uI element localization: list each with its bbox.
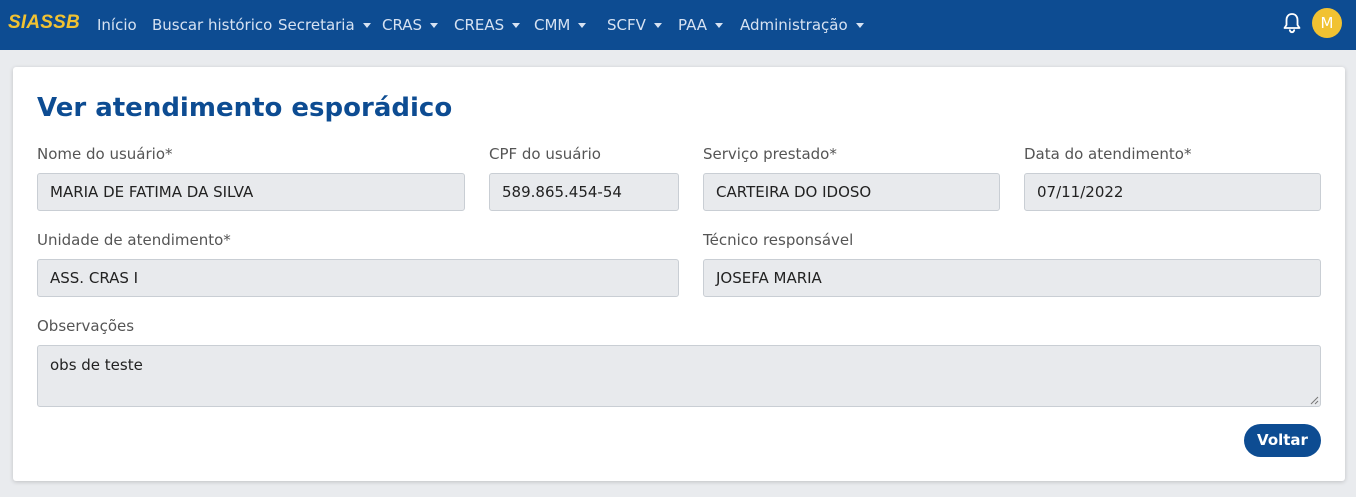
caret-down-icon [653, 22, 662, 28]
bell-icon[interactable] [1282, 12, 1302, 34]
user-avatar[interactable]: M [1312, 8, 1342, 38]
nav-item-buscar-historico[interactable]: Buscar histórico [152, 0, 272, 50]
nav-item-scfv[interactable]: SCFV [607, 0, 662, 50]
nav-item-label: CRAS [382, 16, 423, 34]
nav-item-creas[interactable]: CREAS [454, 0, 521, 50]
brand-logo[interactable]: SIASSB [8, 12, 80, 34]
caret-down-icon [362, 22, 371, 28]
caret-down-icon [715, 22, 724, 28]
nav-item-paa[interactable]: PAA [678, 0, 724, 50]
tecnico-responsavel-field[interactable]: JOSEFA MARIA [703, 259, 1321, 297]
nav-item-label: SCFV [607, 16, 646, 34]
nav-item-label: Administração [740, 16, 848, 34]
data-atendimento-label: Data do atendimento* [1024, 145, 1192, 163]
nav-item-cras[interactable]: CRAS [382, 0, 439, 50]
caret-down-icon [855, 22, 864, 28]
cpf-usuario-field[interactable]: 589.865.454-54 [489, 173, 679, 211]
observacoes-label: Observações [37, 317, 135, 335]
page-title: Ver atendimento esporádico [37, 93, 453, 123]
unidade-atendimento-field[interactable]: ASS. CRAS I [37, 259, 679, 297]
observacoes-textarea[interactable]: obs de teste [37, 345, 1321, 407]
caret-down-icon [430, 22, 439, 28]
cpf-usuario-label: CPF do usuário [489, 145, 601, 163]
observacoes-text: obs de teste [50, 356, 143, 374]
caret-down-icon [578, 22, 587, 28]
nav-item-administracao[interactable]: Administração [740, 0, 864, 50]
nav-item-label: CREAS [454, 16, 505, 34]
tecnico-responsavel-label: Técnico responsável [703, 231, 854, 249]
caret-down-icon [512, 22, 521, 28]
nome-usuario-field[interactable]: MARIA DE FATIMA DA SILVA [37, 173, 465, 211]
resize-handle-icon[interactable] [1310, 396, 1319, 405]
servico-prestado-field[interactable]: CARTEIRA DO IDOSO [703, 173, 1000, 211]
nav-item-label: PAA [678, 16, 708, 34]
nav-item-cmm[interactable]: CMM [534, 0, 587, 50]
nav-item-label: Início [97, 16, 137, 34]
nav-item-label: Buscar histórico [152, 16, 273, 34]
servico-prestado-label: Serviço prestado* [703, 145, 837, 163]
voltar-button[interactable]: Voltar [1244, 424, 1321, 457]
nav-item-label: CMM [534, 16, 571, 34]
data-atendimento-field[interactable]: 07/11/2022 [1024, 173, 1321, 211]
nav-item-secretaria[interactable]: Secretaria [278, 0, 371, 50]
top-navbar: SIASSB Início Buscar histórico Secretari… [0, 0, 1356, 50]
nav-item-inicio[interactable]: Início [97, 0, 137, 50]
unidade-atendimento-label: Unidade de atendimento* [37, 231, 231, 249]
nav-item-label: Secretaria [278, 16, 355, 34]
nome-usuario-label: Nome do usuário* [37, 145, 173, 163]
content-card: Ver atendimento esporádico Nome do usuár… [13, 67, 1345, 481]
